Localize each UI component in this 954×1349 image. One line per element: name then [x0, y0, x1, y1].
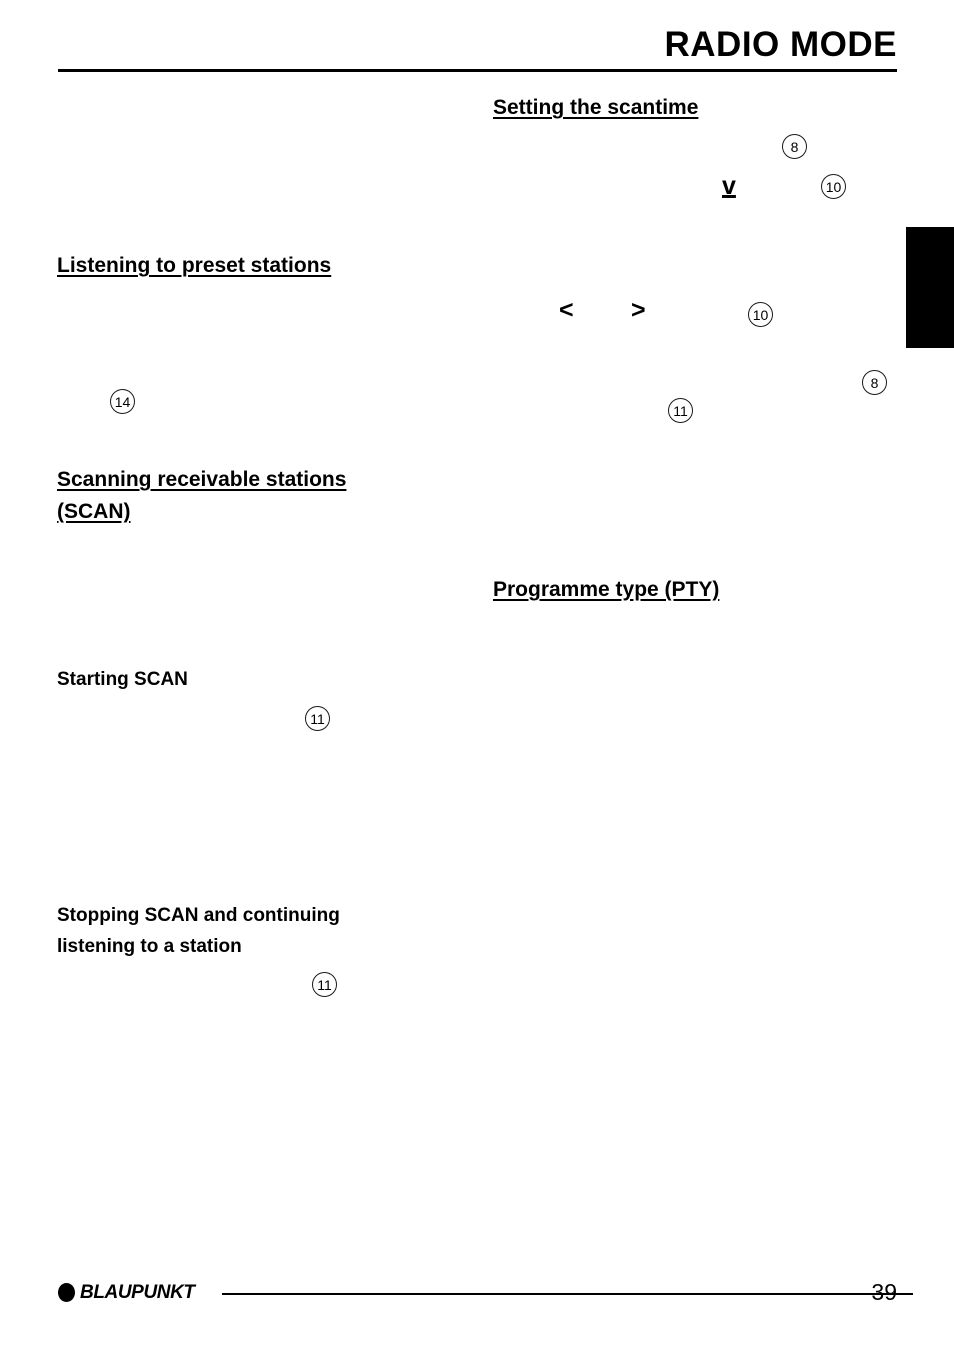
chapter-index-tab — [906, 227, 954, 348]
key-reference-11-starting-scan: 11 — [305, 706, 330, 731]
subheading-starting-scan: Starting SCAN — [57, 669, 188, 690]
page-title: RADIO MODE — [664, 25, 897, 64]
key-reference-10-arrows: 10 — [748, 302, 773, 327]
key-reference-11-right-column: 11 — [668, 398, 693, 423]
key-reference-8-right-column: 8 — [862, 370, 887, 395]
heading-setting-the-scantime: Setting the scantime — [493, 96, 699, 119]
key-reference-14: 14 — [110, 389, 135, 414]
heading-listening-to-preset-stations: Listening to preset stations — [57, 254, 332, 277]
page-number: 39 — [871, 1279, 897, 1305]
down-key-glyph: v — [722, 172, 736, 200]
heading-programme-type-pty: Programme type (PTY) — [493, 578, 720, 601]
brand-logo: BLAUPUNKT — [58, 1281, 195, 1303]
key-reference-11-stopping-scan: 11 — [312, 972, 337, 997]
left-arrow-key-glyph: < — [559, 296, 574, 324]
subheading-stopping-scan-line-1: Stopping SCAN and continuing — [57, 905, 340, 926]
footer-divider — [222, 1293, 913, 1295]
page-footer: BLAUPUNKT 39 — [58, 1279, 913, 1311]
blaupunkt-dot-icon — [58, 1282, 75, 1302]
key-reference-8-scantime: 8 — [782, 134, 807, 159]
manual-page: RADIO MODE Setting the scantime 8 v 10 <… — [0, 0, 954, 1349]
heading-scanning-receivable-stations: Scanning receivable stations — [57, 468, 347, 491]
subheading-stopping-scan-line-2: listening to a station — [57, 936, 242, 957]
heading-scanning-receivable-stations-scan: (SCAN) — [57, 500, 131, 523]
right-arrow-key-glyph: > — [631, 296, 646, 324]
header-divider — [58, 69, 897, 72]
key-reference-10-scantime: 10 — [821, 174, 846, 199]
brand-name: BLAUPUNKT — [80, 1281, 195, 1303]
